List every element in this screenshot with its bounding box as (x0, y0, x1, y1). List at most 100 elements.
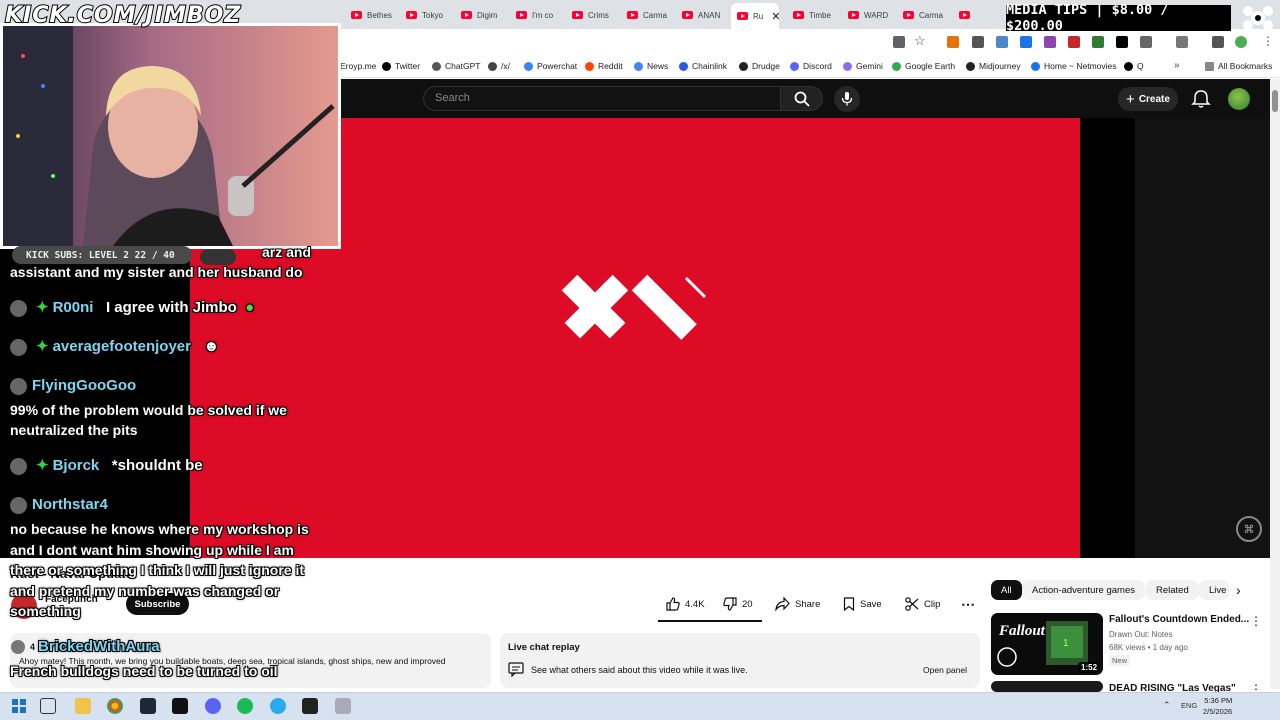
notifications-bell-icon[interactable] (1190, 88, 1212, 110)
chat-username: averagefootenjoyer (52, 338, 191, 355)
telegram-icon[interactable] (270, 698, 286, 714)
bookmark-item[interactable]: Chainlink (679, 61, 727, 71)
all-bookmarks[interactable]: All Bookmarks (1205, 61, 1272, 71)
app-icon[interactable] (335, 698, 351, 714)
chatter-avatar (10, 338, 27, 356)
share-button[interactable]: Share (767, 593, 828, 615)
browser-tab[interactable]: WARD (842, 4, 894, 26)
extension-icon[interactable] (1092, 36, 1104, 48)
bookmark-item[interactable]: Q (1124, 61, 1144, 71)
profile-avatar-icon[interactable] (1235, 36, 1247, 48)
tab-label: ANAN (698, 10, 721, 20)
scrollbar-thumb[interactable] (1272, 90, 1278, 112)
steam-icon[interactable] (140, 698, 156, 714)
bookmark-label: Reddit (598, 61, 623, 71)
browser-tab[interactable]: Bethes (345, 4, 397, 26)
live-chat-replay-subtitle: See what others said about this video wh… (531, 665, 748, 675)
chevron-right-icon[interactable]: › (1236, 582, 1241, 598)
shield-extension-icon[interactable] (972, 36, 984, 48)
file-explorer-icon[interactable] (75, 698, 91, 714)
browser-tab[interactable]: Crims (566, 4, 618, 26)
chrome-icon[interactable] (107, 698, 123, 714)
bookmark-item[interactable]: Reddit (585, 61, 623, 71)
chat-bubble-icon (508, 662, 524, 677)
voice-search-button[interactable] (834, 86, 860, 112)
tab-label: Crims (588, 10, 609, 20)
create-button[interactable]: + Create (1118, 87, 1178, 111)
browser-tab[interactable]: I'm co (510, 4, 562, 26)
related-title-1[interactable]: Fallout's Countdown Ended... (1109, 614, 1249, 625)
user-avatar[interactable] (1228, 88, 1250, 110)
bookmark-item[interactable]: Eroyp.me (340, 61, 376, 71)
more-actions-icon[interactable]: ⋯ (955, 592, 981, 616)
extension-icon[interactable] (996, 36, 1008, 48)
open-panel-button[interactable]: Open panel (920, 660, 970, 680)
clock[interactable]: 5:36 PM 2/5/2026 (1203, 695, 1232, 717)
search-button[interactable] (781, 86, 823, 111)
webcam-overlay (0, 23, 341, 249)
extension-icon[interactable] (1068, 36, 1080, 48)
more-bookmarks-icon[interactable]: » (1174, 60, 1180, 71)
dislike-button[interactable]: 20 (715, 593, 761, 615)
obs-icon[interactable] (302, 698, 318, 714)
bookmark-item[interactable]: Discord (790, 61, 832, 71)
extension-icon[interactable] (1044, 36, 1056, 48)
close-tab-icon[interactable]: ✕ (771, 10, 779, 23)
tray-chevron-icon[interactable]: ⌃ (1163, 700, 1171, 711)
bookmark-item[interactable]: Drudge (739, 61, 780, 71)
related-menu-icon[interactable]: ⋮ (1250, 614, 1262, 628)
browser-tab[interactable]: Carma (621, 4, 673, 26)
metamask-extension-icon[interactable] (947, 36, 959, 48)
clip-button[interactable]: Clip (897, 593, 948, 615)
chat-username: FlyingGooGoo (32, 377, 137, 394)
language-indicator[interactable]: ENG (1181, 701, 1197, 710)
spotify-icon[interactable] (237, 698, 253, 714)
bookmark-favicon-icon (1124, 61, 1133, 71)
browser-tab[interactable]: Ru ✕ (731, 3, 779, 29)
bookmark-item[interactable]: News (634, 61, 668, 71)
clock-time: 5:36 PM (1204, 696, 1233, 705)
bookmark-item[interactable]: Powerchat (524, 61, 577, 71)
browser-tab[interactable]: ANAN (676, 4, 728, 26)
browser-tab[interactable]: Tokyo (400, 4, 452, 26)
filter-chip[interactable]: Live (1199, 580, 1229, 600)
related-thumbnail-2[interactable] (991, 681, 1103, 692)
bookmark-item[interactable]: Home ~ Netmovies (1031, 61, 1117, 71)
bookmark-item[interactable]: /x/ (488, 61, 510, 71)
bookmark-item[interactable]: Twitter (382, 61, 420, 71)
browser-tab[interactable]: Carma (897, 4, 949, 26)
terminal-icon[interactable] (172, 698, 188, 714)
browser-tab[interactable]: Digim (455, 4, 507, 26)
task-view-icon[interactable] (40, 698, 56, 714)
discord-icon[interactable] (205, 698, 221, 714)
clock-date: 2/5/2026 (1203, 707, 1233, 716)
browser-tab[interactable] (953, 4, 993, 26)
puzzle-extensions-icon[interactable] (1140, 36, 1152, 48)
fullscreen-icon[interactable]: ⌘ (1236, 516, 1262, 542)
bookmark-item[interactable]: Midjourney (966, 61, 1021, 71)
install-icon[interactable] (893, 36, 905, 48)
split-view-icon[interactable] (1176, 36, 1188, 48)
like-button[interactable]: 4.4K (658, 593, 713, 615)
search-input[interactable]: Search (423, 86, 781, 111)
filter-chip[interactable]: Related (1146, 580, 1199, 600)
menu-kebab-icon[interactable]: ⋮ (1262, 34, 1274, 48)
extension-icon[interactable] (1020, 36, 1032, 48)
x-extension-icon[interactable] (1116, 36, 1128, 48)
page-scrollbar[interactable] (1270, 79, 1280, 689)
youtube-favicon-icon (516, 11, 527, 19)
bookmark-label: Google Earth (905, 61, 956, 71)
filter-chip[interactable]: Action-adventure games (1022, 580, 1145, 600)
filter-chip[interactable]: All (991, 580, 1022, 600)
save-button[interactable]: Save (835, 593, 890, 615)
related-channel-1[interactable]: Drawn Out: Notes (1109, 630, 1173, 639)
windows-start-icon[interactable] (12, 699, 26, 713)
browser-tab[interactable]: Timbe (787, 4, 839, 26)
bookmark-item[interactable]: ChatGPT (432, 61, 480, 71)
bookmark-item[interactable]: Google Earth (892, 61, 955, 71)
bookmark-label: Eroyp.me (340, 61, 377, 71)
chat-line: assistant and my sister and her husband … (10, 264, 303, 280)
star-bookmark-icon[interactable]: ☆ (914, 33, 926, 49)
bookmark-item[interactable]: Gemini (843, 61, 883, 71)
reading-list-icon[interactable] (1212, 36, 1224, 48)
